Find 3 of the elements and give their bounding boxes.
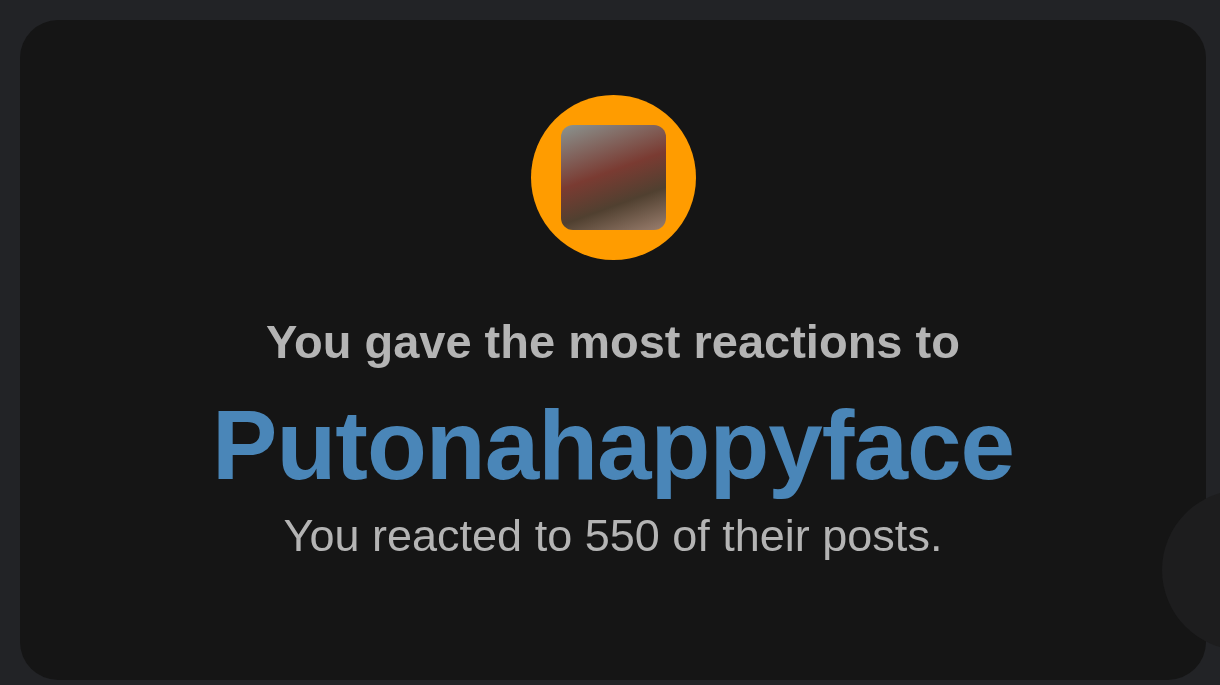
user-name: Putonahappyface	[212, 390, 1014, 500]
heading-text: You gave the most reactions to	[266, 314, 960, 370]
detail-text: You reacted to 550 of their posts.	[283, 509, 943, 563]
